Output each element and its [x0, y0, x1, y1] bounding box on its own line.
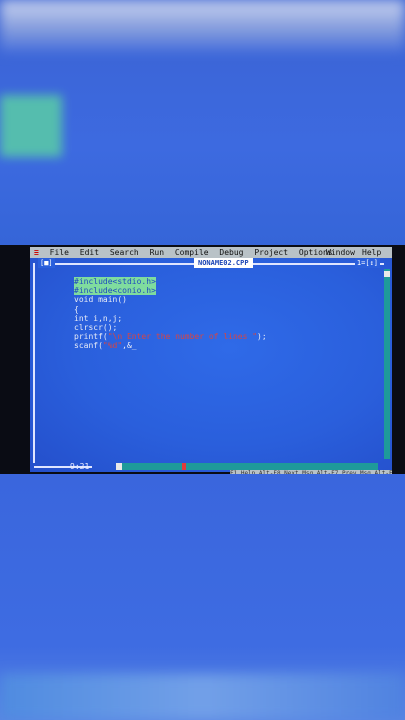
code-line: {	[74, 304, 79, 314]
menu-run[interactable]: Run	[150, 248, 164, 257]
menu-debug[interactable]: Debug	[219, 248, 243, 257]
code-editor[interactable]: #include<stdio.h> #include<conio.h> void…	[74, 277, 267, 351]
blurred-foot	[0, 674, 405, 720]
window-number[interactable]: 1=[↕]	[354, 258, 380, 268]
blurred-background-bottom	[0, 474, 405, 720]
menu-window[interactable]: Window	[326, 247, 355, 258]
blurred-green-block	[0, 95, 62, 157]
monitor: ≡ File Edit Search Run Compile Debug Pro…	[0, 245, 405, 475]
scrollbar-thumb[interactable]	[384, 271, 390, 277]
code-line: #include<stdio.h>	[74, 277, 156, 286]
code-line: scanf("%d",&_	[74, 341, 137, 351]
vertical-scrollbar[interactable]	[384, 269, 390, 459]
code-line: void main()	[74, 295, 127, 305]
code-line: int i,n,j;	[74, 313, 123, 323]
menu-edit[interactable]: Edit	[80, 248, 99, 257]
turbo-c-editor-screen: ≡ File Edit Search Run Compile Debug Pro…	[30, 247, 392, 475]
menu-file[interactable]: File	[50, 248, 69, 257]
file-name: NONAME02.CPP	[194, 258, 253, 268]
editor-title-bar: [■] NONAME02.CPP 1=[↕]	[30, 258, 392, 268]
window-left-border	[33, 263, 37, 463]
menu-search[interactable]: Search	[110, 248, 139, 257]
code-line: clrscr();	[74, 322, 118, 332]
close-box-icon[interactable]: [■]	[38, 258, 55, 268]
menu-help[interactable]: Help	[362, 247, 381, 258]
scroll-position-marker[interactable]	[182, 463, 186, 470]
system-menu[interactable]: ≡	[34, 248, 39, 257]
menu-project[interactable]: Project	[254, 248, 288, 257]
menu-bar: ≡ File Edit Search Run Compile Debug Pro…	[30, 247, 392, 258]
blurred-bar	[0, 0, 405, 52]
code-line: #include<conio.h>	[74, 286, 156, 296]
horizontal-scrollbar[interactable]	[116, 463, 378, 470]
cursor-position: 9:21	[70, 462, 90, 471]
code-line: printf("\n Enter the number of lines ");	[74, 332, 267, 342]
menu-compile[interactable]: Compile	[175, 248, 209, 257]
blurred-background-top	[0, 0, 405, 245]
scroll-left-arrow-icon[interactable]	[116, 463, 122, 470]
